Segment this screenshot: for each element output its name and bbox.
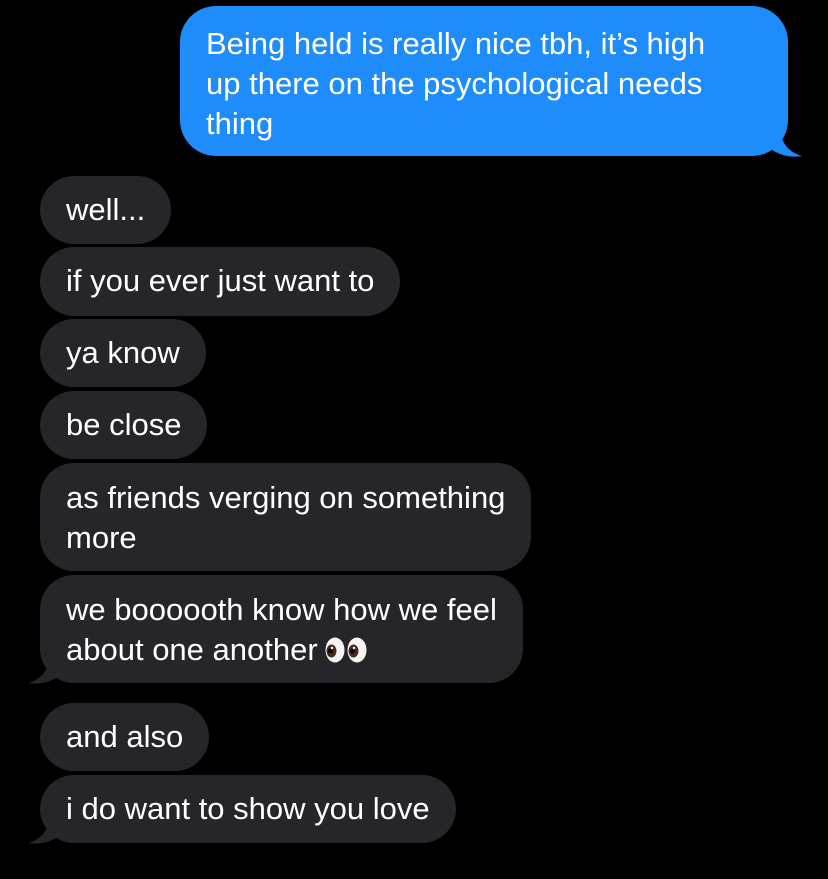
message-text-line: about one another (66, 630, 497, 670)
message-text-line: we boooooth know how we feel (66, 592, 497, 627)
received-message-bubble[interactable]: we boooooth know how we feel about one a… (40, 575, 523, 683)
message-text: ya know (66, 335, 180, 370)
messages-screen: { "colors": { "background": "#000000", "… (0, 0, 828, 879)
received-message-bubble[interactable]: and also (40, 703, 210, 771)
message-text: about one another (66, 632, 318, 667)
received-bubble-tail (28, 653, 60, 684)
received-bubble-tail (28, 813, 60, 844)
sent-bubble-tail (770, 126, 802, 157)
message-text-line: as friends verging on something (66, 480, 506, 515)
received-message-bubble[interactable]: ya know (40, 319, 206, 387)
received-message-bubble[interactable]: well... (40, 176, 172, 244)
received-message-bubble[interactable]: i do want to show you love (40, 775, 456, 843)
received-message-bubble[interactable]: if you ever just want to (40, 247, 401, 316)
message-thread: Being held is really nice tbh, it’s high… (0, 0, 828, 879)
sent-message-bubble[interactable]: Being held is really nice tbh, it’s high… (180, 6, 788, 156)
message-text: i do want to show you love (66, 791, 430, 826)
message-text: and also (66, 719, 184, 754)
message-text-line: more (66, 520, 137, 555)
received-message-bubble[interactable]: be close (40, 391, 208, 459)
message-text: well... (66, 192, 146, 227)
received-message-bubble[interactable]: as friends verging on something more (40, 463, 532, 571)
message-text-line: up there on the psychological needs (206, 66, 703, 101)
message-text: be close (66, 407, 182, 442)
message-text-line: thing (206, 106, 274, 141)
message-text: if you ever just want to (66, 263, 375, 298)
message-text-line: Being held is really nice tbh, it’s high (206, 26, 706, 61)
eyes-emoji-icon (325, 637, 367, 663)
